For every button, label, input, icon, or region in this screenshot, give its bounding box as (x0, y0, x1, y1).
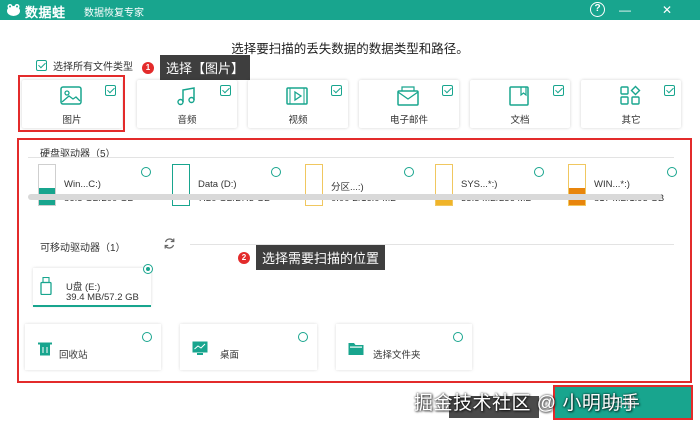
close-button[interactable]: ✕ (656, 0, 678, 20)
usb-icon (40, 277, 52, 295)
location-recycle-bin[interactable]: 回收站 (25, 324, 161, 370)
file-type-label: 文档 (510, 115, 530, 126)
watermark-text: 掘金技术社区 @ 小明助手 (414, 393, 641, 414)
location-label: 选择文件夹 (373, 350, 421, 361)
drive-radio[interactable] (271, 167, 281, 177)
file-type-other[interactable]: 其它 (581, 80, 681, 128)
callout-1: 1 选择【图片】 (142, 55, 251, 80)
desktop-icon (192, 341, 208, 355)
location-choose-folder[interactable]: 选择文件夹 (336, 324, 472, 370)
title-bar: 数据蛙 数据恢复专家 ? — ✕ (0, 0, 700, 20)
checkbox-checked-icon[interactable] (664, 85, 675, 96)
drive-radio[interactable] (141, 167, 151, 177)
select-all-label: 选择所有文件类型 (53, 61, 133, 73)
usb-drive-e[interactable]: U盘 (E:) 39.4 MB/57.2 GB (33, 268, 151, 306)
location-radio[interactable] (453, 332, 463, 342)
file-type-audio[interactable]: 音频 (137, 80, 237, 128)
file-type-video[interactable]: 视频 (248, 80, 348, 128)
usb-radio-selected[interactable] (143, 264, 153, 274)
mail-icon (397, 86, 419, 106)
file-type-email[interactable]: 电子邮件 (359, 80, 459, 128)
select-all-checkbox[interactable]: 选择所有文件类型 (36, 58, 133, 73)
checkbox-checked-icon[interactable] (331, 85, 342, 96)
divider (28, 157, 674, 158)
callout-2: 2 选择需要扫描的位置 (238, 245, 386, 270)
horizontal-scrollbar[interactable] (28, 194, 662, 200)
drive-name: 分区...:) (331, 182, 364, 193)
checkbox-checked-icon[interactable] (553, 85, 564, 96)
drive-size: 39.4 MB/57.2 GB (66, 292, 139, 303)
location-label: 桌面 (220, 350, 240, 361)
app-name: 数据蛙 (25, 5, 66, 20)
minimize-button[interactable]: — (614, 0, 636, 20)
file-type-document[interactable]: 文档 (470, 80, 570, 128)
instruction-text: 选择要扫描的丢失数据的数据类型和路径。 (231, 42, 469, 56)
file-type-label: 其它 (621, 115, 641, 126)
callout-text: 选择【图片】 (160, 55, 251, 80)
file-type-label: 视频 (288, 115, 308, 126)
drive-radio[interactable] (667, 167, 677, 177)
selected-underline (33, 305, 151, 307)
folder-icon (348, 343, 364, 355)
drive-name: SYS...*:) (461, 179, 498, 190)
location-desktop[interactable]: 桌面 (180, 324, 317, 370)
callout-number: 2 (238, 251, 250, 264)
document-icon (509, 86, 529, 106)
highlight-box-image (18, 75, 125, 132)
drive-radio[interactable] (404, 167, 414, 177)
location-radio[interactable] (142, 332, 152, 342)
location-label: 回收站 (59, 350, 88, 361)
checkbox-checked-icon[interactable] (36, 59, 47, 71)
refresh-icon[interactable] (163, 237, 176, 250)
other-icon (620, 85, 641, 105)
drive-name: Data (D:) (198, 179, 237, 190)
drive-name: U盘 (E:) (66, 282, 101, 293)
file-type-label: 音频 (177, 115, 197, 126)
checkbox-checked-icon[interactable] (442, 85, 453, 96)
help-icon[interactable]: ? (590, 2, 605, 17)
drive-radio[interactable] (534, 167, 544, 177)
drive-name: Win...C:) (64, 179, 101, 190)
trash-icon (38, 342, 52, 356)
frog-logo-icon (7, 4, 20, 16)
drive-name: WIN...*:) (594, 179, 630, 190)
location-radio[interactable] (298, 332, 308, 342)
file-type-label: 电子邮件 (389, 115, 428, 126)
video-icon (286, 87, 308, 105)
app-subtitle: 数据恢复专家 (84, 8, 144, 19)
removable-drives-title: 可移动驱动器（1） (40, 243, 126, 254)
music-icon (177, 87, 195, 106)
checkbox-checked-icon[interactable] (220, 85, 231, 96)
callout-text: 选择需要扫描的位置 (256, 245, 386, 270)
callout-number: 1 (142, 61, 154, 74)
